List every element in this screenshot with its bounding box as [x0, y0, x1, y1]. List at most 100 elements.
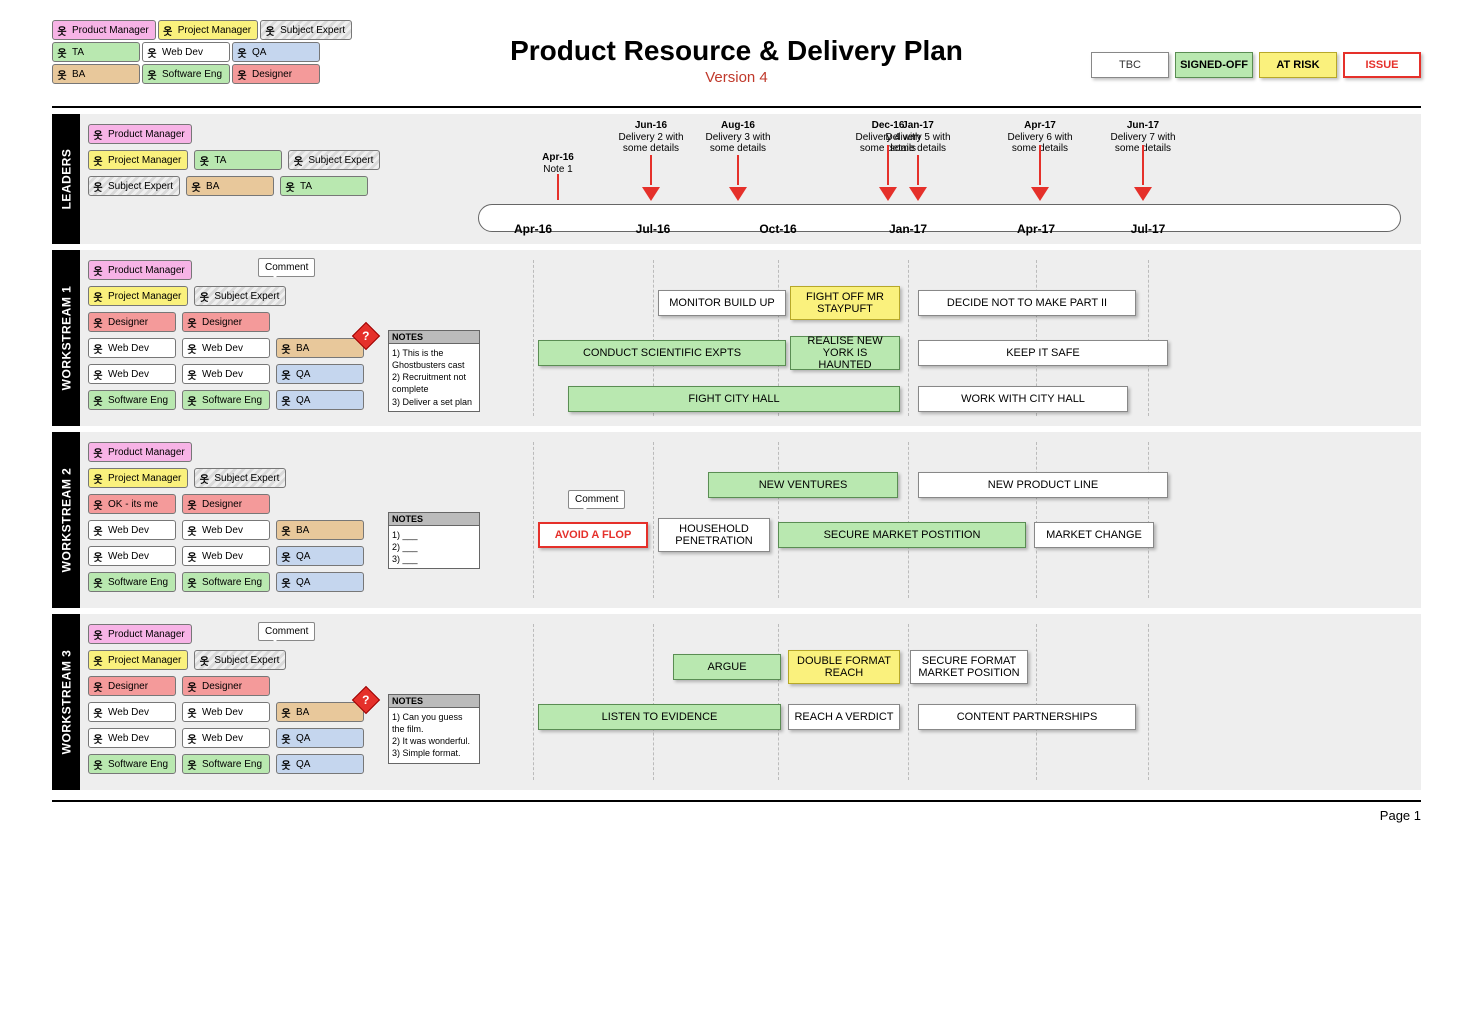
person-icon: 옷	[186, 705, 198, 720]
person-icon: 옷	[198, 289, 210, 304]
person-icon: 옷	[186, 497, 198, 512]
lane: WORKSTREAM 3 옷Product Manager옷Project Ma…	[52, 614, 1421, 790]
role-label: OK - its me	[108, 499, 158, 510]
role-label: Project Manager	[108, 155, 181, 166]
role-chip: 옷QA	[276, 546, 364, 566]
role-chip: 옷Web Dev	[88, 520, 176, 540]
role-label: Designer	[202, 317, 242, 328]
role-chip: 옷Subject Expert	[88, 176, 180, 196]
role-label: Subject Expert	[214, 291, 279, 302]
role-chip: 옷Web Dev	[88, 364, 176, 384]
role-label: Software Eng	[202, 577, 262, 588]
person-icon: 옷	[198, 153, 210, 168]
milestone-note: Jan-17Delivery 5 with some details	[883, 120, 953, 155]
axis-tick: Apr-17	[1017, 222, 1055, 236]
person-icon: 옷	[280, 575, 292, 590]
person-icon: 옷	[92, 731, 104, 746]
person-icon: 옷	[92, 679, 104, 694]
role-chip: 옷Designer	[182, 676, 270, 696]
role-label: BA	[296, 343, 309, 354]
people-area: 옷Product Manager옷Project Manager옷Subject…	[88, 442, 478, 598]
person-icon: 옷	[198, 653, 210, 668]
role-chip: 옷Software Eng	[88, 572, 176, 592]
role-label: Web Dev	[202, 707, 243, 718]
role-label: Web Dev	[108, 551, 149, 562]
role-chip: 옷Designer	[88, 312, 176, 332]
person-icon: 옷	[284, 179, 296, 194]
axis-tick: Apr-16	[514, 222, 552, 236]
role-label: Web Dev	[202, 551, 243, 562]
role-label: Web Dev	[202, 343, 243, 354]
role-label: QA	[296, 733, 310, 744]
role-label: Project Manager	[108, 655, 181, 666]
person-icon: 옷	[92, 705, 104, 720]
role-label: Subject Expert	[214, 655, 279, 666]
person-icon: 옷	[92, 627, 104, 642]
role-label: BA	[296, 525, 309, 536]
lane: WORKSTREAM 2 옷Product Manager옷Project Ma…	[52, 432, 1421, 608]
role-chip: 옷Web Dev	[88, 338, 176, 358]
role-chip: 옷TA	[280, 176, 368, 196]
timeline-bar: FIGHT OFF MR STAYPUFT	[790, 286, 900, 320]
role-chip: 옷 QA	[276, 754, 364, 774]
comment-callout: Comment	[258, 622, 315, 641]
role-label: Product Manager	[108, 629, 185, 640]
milestone-note: Aug-16Delivery 3 with some details	[703, 120, 773, 155]
lane: WORKSTREAM 1 옷Product Manager옷Project Ma…	[52, 250, 1421, 426]
person-icon: 옷	[92, 263, 104, 278]
role-chip: 옷TA	[194, 150, 282, 170]
timeline-bar: REACH A VERDICT	[788, 704, 900, 730]
notes-header: NOTES	[389, 331, 479, 344]
role-chip: 옷 Product Manager	[88, 624, 192, 644]
person-icon: 옷	[186, 549, 198, 564]
role-chip: 옷Web Dev	[88, 702, 176, 722]
role-label: BA	[206, 181, 219, 192]
notes-header: NOTES	[389, 513, 479, 526]
role-label: Web Dev	[108, 343, 149, 354]
role-chip: 옷Web Dev	[182, 338, 270, 358]
role-chip: 옷 Web Dev	[182, 702, 270, 722]
timeline-bar: SECURE MARKET POSTITION	[778, 522, 1026, 548]
role-label: Web Dev	[202, 525, 243, 536]
person-icon: 옷	[280, 523, 292, 538]
divider	[52, 106, 1421, 108]
person-icon: 옷	[92, 153, 104, 168]
timeline-bar: CONTENT PARTNERSHIPS	[918, 704, 1136, 730]
role-label: Product Manager	[72, 25, 149, 36]
role-label: QA	[296, 759, 310, 770]
footer-divider	[52, 800, 1421, 802]
role-label: Project Manager	[108, 291, 181, 302]
role-chip: 옷QA	[276, 364, 364, 384]
lane-tab: WORKSTREAM 2	[52, 432, 80, 608]
role-chip: 옷Web Dev	[182, 520, 270, 540]
role-label: Subject Expert	[108, 181, 173, 192]
page-number: Page 1	[52, 808, 1421, 823]
timeline-bar: LISTEN TO EVIDENCE	[538, 704, 781, 730]
role-chip: 옷QA	[276, 728, 364, 748]
role-chip: 옷 Project Manager	[88, 150, 188, 170]
person-icon: 옷	[92, 549, 104, 564]
role-label: QA	[296, 577, 310, 588]
role-chip: 옷Software Eng	[88, 754, 176, 774]
person-icon: 옷	[280, 757, 292, 772]
person-icon: 옷	[186, 315, 198, 330]
role-chip: 옷QA	[276, 390, 364, 410]
person-icon: 옷	[92, 289, 104, 304]
role-chip: 옷Web Dev	[88, 728, 176, 748]
lane-tab: LEADERS	[52, 114, 80, 244]
role-label: QA	[296, 551, 310, 562]
person-icon: 옷	[280, 393, 292, 408]
role-label: Designer	[202, 499, 242, 510]
status-legend: TBCSIGNED-OFFAT RISKISSUE	[1091, 52, 1421, 78]
status-chip: ISSUE	[1343, 52, 1421, 78]
timeline-bar: CONDUCT SCIENTIFIC EXPTS	[538, 340, 786, 366]
timeline-bar: WORK WITH CITY HALL	[918, 386, 1128, 412]
timeline-bar: SECURE FORMAT MARKET POSITION	[910, 650, 1028, 684]
role-label: Designer	[108, 317, 148, 328]
lane-body: 옷Product Manager옷Project Manager옷Subject…	[80, 432, 1421, 608]
person-icon: 옷	[92, 523, 104, 538]
role-chip: 옷Web Dev	[182, 728, 270, 748]
person-icon: 옷	[292, 153, 304, 168]
person-icon: 옷	[186, 367, 198, 382]
timeline-bar: HOUSEHOLD PENETRATION	[658, 518, 770, 552]
